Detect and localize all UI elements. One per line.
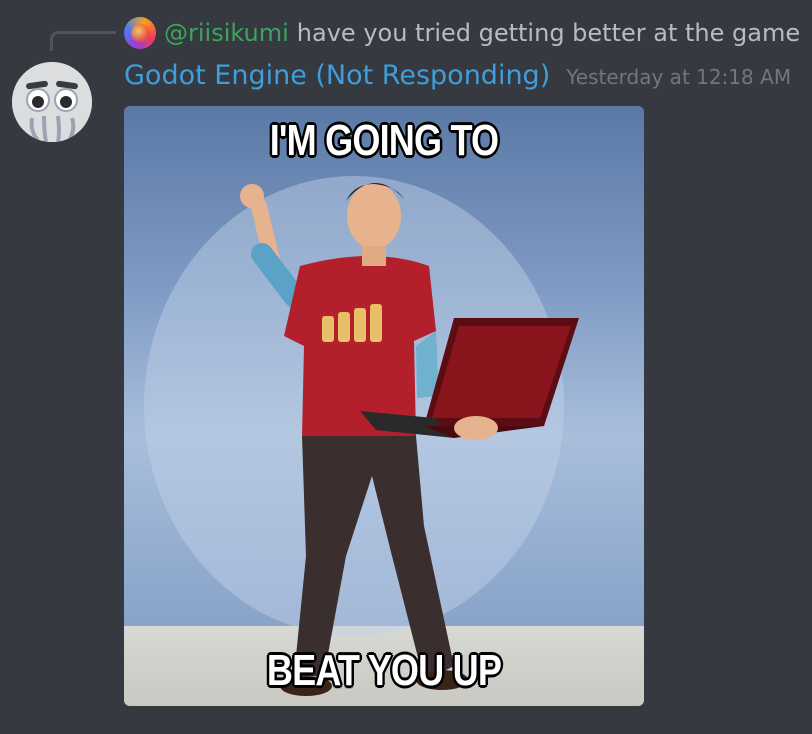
reply-preview[interactable]: @riisikumi have you tried getting better… — [124, 15, 800, 51]
reply-content[interactable]: have you tried getting better at the gam… — [297, 19, 800, 47]
author-avatar[interactable] — [12, 62, 92, 142]
meme-caption-top: I'M GOING TO — [269, 116, 499, 165]
image-attachment[interactable]: I'M GOING TO BEAT YOU UP — [124, 106, 644, 706]
reply-username[interactable]: @riisikumi — [164, 19, 289, 47]
author-username[interactable]: Godot Engine (Not Responding) — [124, 60, 550, 91]
meme-caption-bottom: BEAT YOU UP — [266, 646, 502, 695]
message-timestamp[interactable]: Yesterday at 12:18 AM — [566, 65, 791, 89]
reply-avatar[interactable] — [124, 17, 156, 49]
message-header: Godot Engine (Not Responding) Yesterday … — [124, 60, 791, 91]
reply-connector — [50, 31, 116, 51]
chat-message: @riisikumi have you tried getting better… — [0, 0, 812, 734]
meme-photo — [144, 176, 579, 696]
